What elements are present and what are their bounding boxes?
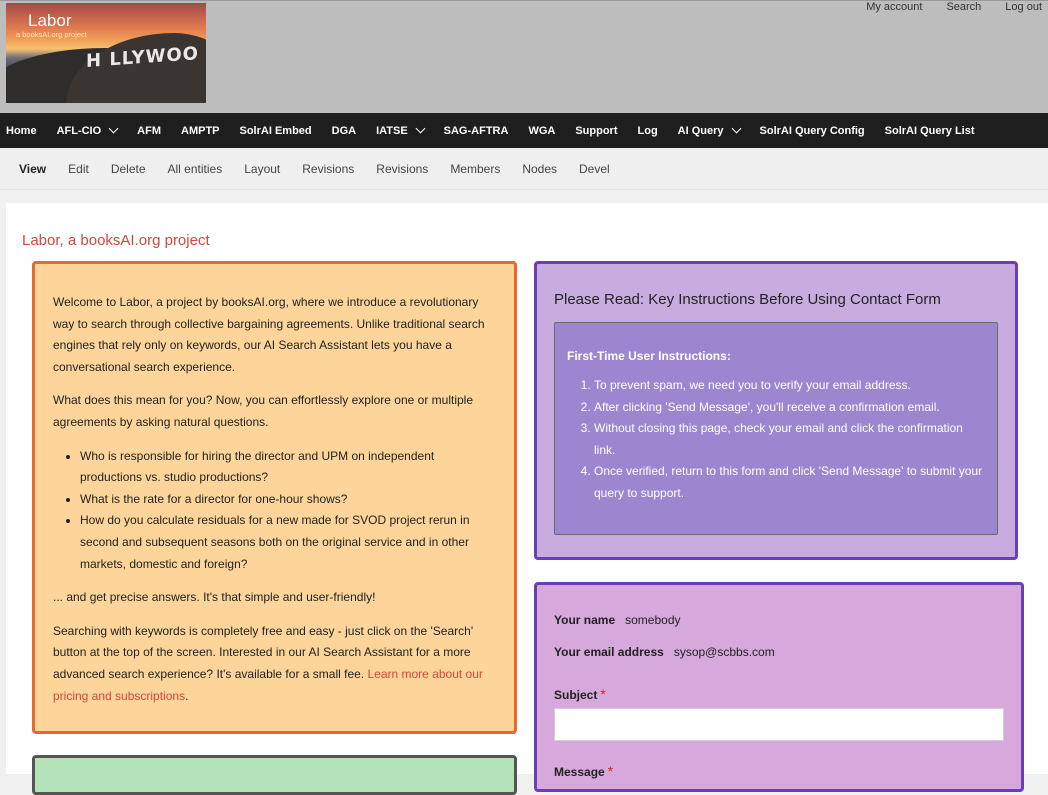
intro-period: . (185, 688, 189, 703)
tab-edit[interactable]: Edit (57, 162, 100, 176)
tab-layout[interactable]: Layout (233, 162, 291, 176)
message-label: Message (554, 765, 605, 779)
logo-title: Labor (28, 11, 72, 30)
nav-item-dga[interactable]: DGA (322, 113, 366, 148)
instructions-heading: Please Read: Key Instructions Before Usi… (554, 291, 941, 308)
nav-item-home[interactable]: Home (0, 113, 47, 148)
logo-subtitle: a booksAI.org project (16, 30, 87, 39)
tab-members[interactable]: Members (439, 162, 511, 176)
email-row: Your email address sysop@scbbs.com (554, 645, 775, 659)
nav-item-log[interactable]: Log (628, 113, 668, 148)
tab-devel[interactable]: Devel (568, 162, 621, 176)
intro-paragraph: What does this mean for you? Now, you ca… (53, 393, 473, 429)
tab-all-entities[interactable]: All entities (157, 162, 234, 176)
page-title: Labor, a booksAI.org project (22, 232, 210, 249)
nav-item-label: Log (637, 124, 658, 137)
contact-form: Your name somebody Your email address syso… (534, 582, 1024, 792)
chevron-down-icon (415, 123, 426, 134)
name-row: Your name somebody (554, 613, 681, 627)
tab-revisions[interactable]: Revisions (291, 162, 365, 176)
list-item: Once verified, return to this form and c… (594, 461, 985, 504)
tab-revisions-2[interactable]: Revisions (365, 162, 439, 176)
required-marker: * (607, 763, 614, 779)
list-item: After clicking 'Send Message', you'll re… (594, 397, 985, 419)
nav-item-solrai-embed[interactable]: SolrAI Embed (230, 113, 322, 148)
list-item: To prevent spam, we need you to verify y… (594, 375, 985, 397)
nav-item-amptp[interactable]: AMPTP (171, 113, 230, 148)
email-value: sysop@scbbs.com (673, 645, 775, 659)
nav-item-solrai-query-list[interactable]: SolrAI Query List (875, 113, 985, 148)
chevron-down-icon (731, 123, 741, 134)
nav-item-label: DGA (331, 124, 357, 137)
chevron-down-icon (108, 123, 119, 134)
search-link[interactable]: Search (922, 1, 981, 13)
nav-item-label: Support (575, 124, 618, 137)
nav-item-iatse[interactable]: IATSE (366, 113, 434, 148)
local-tasks-tabs: View Edit Delete All entities Layout Rev… (0, 148, 1048, 190)
nav-item-afm[interactable]: AFM (127, 113, 171, 148)
tab-delete[interactable]: Delete (100, 162, 157, 176)
nav-item-ai-query[interactable]: AI Query (668, 113, 750, 148)
list-item: What is the rate for a director for one-… (80, 489, 496, 511)
nav-item-label: SolrAI Query Config (759, 124, 865, 137)
nav-item-label: IATSE (376, 124, 408, 137)
intro-paragraph: Searching with keywords is completely fr… (53, 621, 496, 707)
green-panel (32, 755, 517, 795)
nav-item-sag-aftra[interactable]: SAG-AFTRA (434, 113, 519, 148)
my-account-link[interactable]: My account (842, 1, 922, 13)
nav-item-label: AFM (137, 124, 161, 137)
subject-label: Subject (554, 688, 598, 702)
nav-item-label: Home (6, 124, 37, 137)
instructions-panel: Please Read: Key Instructions Before Usi… (534, 261, 1018, 560)
tab-nodes[interactable]: Nodes (511, 162, 568, 176)
email-label: Your email address (554, 645, 664, 659)
instructions-box: First-Time User Instructions: To prevent… (554, 322, 998, 535)
nav-item-support[interactable]: Support (565, 113, 627, 148)
name-label: Your name (554, 613, 616, 627)
nav-item-label: SolrAI Query List (884, 124, 975, 137)
nav-item-label: WGA (528, 124, 556, 137)
main-content: Labor, a booksAI.org project Welcome to … (6, 203, 1048, 795)
nav-item-label: SAG-AFTRA (443, 124, 509, 137)
nav-item-label: AFL-CIO (56, 124, 102, 137)
name-value: somebody (625, 613, 681, 627)
required-marker: * (600, 686, 606, 702)
list-item: How do you calculate residuals for a new… (80, 510, 496, 575)
example-questions-list: Who is responsible for hiring the direct… (80, 446, 496, 576)
nav-item-label: SolrAI Embed (239, 124, 312, 137)
list-item: Without closing this page, check your em… (594, 418, 985, 461)
intro-paragraph: Welcome to Labor, a project by booksAI.o… (53, 295, 485, 374)
nav-item-solrai-query-config[interactable]: SolrAI Query Config (750, 113, 875, 148)
message-row: Message * (554, 763, 613, 779)
list-item: Who is responsible for hiring the direct… (80, 446, 496, 489)
user-links: My account Search Log out (842, 1, 1042, 13)
site-header: Labor a booksAI.org project H LLYWOO My … (0, 0, 1048, 113)
instructions-list: To prevent spam, we need you to verify y… (594, 375, 985, 504)
tab-view[interactable]: View (8, 162, 57, 176)
intro-panel: Welcome to Labor, a project by booksAI.o… (32, 261, 517, 734)
nav-item-afl-cio[interactable]: AFL-CIO (47, 113, 128, 148)
nav-item-wga[interactable]: WGA (518, 113, 565, 148)
main-navigation: Home AFL-CIO AFM AMPTP SolrAI Embed DGA … (0, 113, 1048, 148)
nav-item-label: AI Query (677, 124, 724, 137)
subject-row: Subject * (554, 686, 606, 702)
log-out-link[interactable]: Log out (981, 1, 1042, 13)
intro-paragraph: ... and get precise answers. It's that s… (53, 590, 376, 605)
subject-input[interactable] (554, 708, 1004, 741)
instructions-title: First-Time User Instructions: (567, 349, 731, 363)
nav-item-label: AMPTP (181, 124, 220, 137)
site-logo[interactable]: Labor a booksAI.org project H LLYWOO (6, 3, 206, 103)
